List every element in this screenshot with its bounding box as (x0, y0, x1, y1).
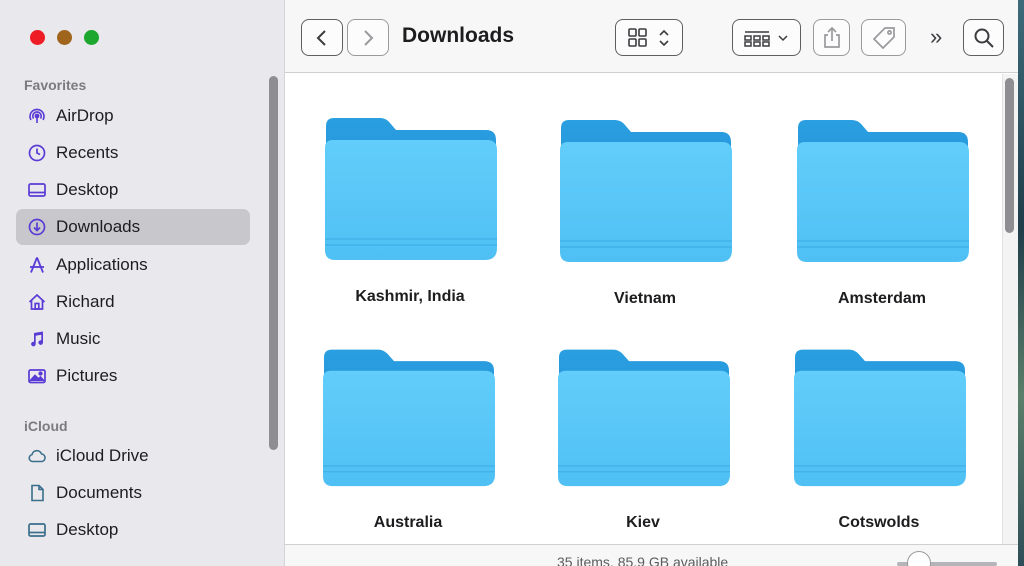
back-button[interactable] (301, 19, 343, 56)
clock-icon (26, 142, 48, 164)
search-icon (973, 27, 995, 49)
sidebar-item-music[interactable]: Music (16, 321, 250, 357)
folder-name: Kashmir, India (355, 288, 465, 305)
sidebar-item-label: Music (56, 329, 101, 348)
folder-icon (559, 119, 733, 263)
sidebar-item-label: Recents (56, 143, 119, 162)
status-text: 35 items, 85.9 GB available (557, 554, 729, 566)
tag-button[interactable] (861, 19, 906, 56)
sidebar-item-richard[interactable]: Richard (16, 284, 250, 320)
toolbar: Downloads » (285, 0, 1018, 73)
sidebar-item-applications[interactable]: Applications (16, 247, 250, 283)
folder-item[interactable]: Australia (298, 340, 518, 532)
cloud-icon (26, 445, 48, 467)
close-button[interactable] (30, 30, 45, 45)
folder-item[interactable]: Cotswolds (769, 340, 989, 532)
sidebar: Favorites AirDrop Recents Desktop Downlo… (0, 0, 285, 566)
group-by-button[interactable] (732, 19, 801, 56)
music-note-icon (26, 328, 48, 350)
tag-icon (871, 26, 897, 50)
chevron-left-icon (315, 28, 329, 48)
sidebar-item-pictures[interactable]: Pictures (16, 358, 250, 394)
sidebar-item-documents[interactable]: Documents (16, 475, 250, 511)
sidebar-item-label: Pictures (56, 366, 118, 385)
sidebar-item-label: Applications (56, 255, 148, 274)
sidebar-item-downloads[interactable]: Downloads (16, 209, 250, 245)
share-button[interactable] (813, 19, 850, 56)
window-title: Downloads (402, 24, 515, 47)
folder-name: Australia (373, 514, 443, 531)
forward-button[interactable] (347, 19, 389, 56)
folder-name: Cotswolds (838, 514, 920, 531)
document-icon (26, 482, 48, 504)
sidebar-item-label: Desktop (56, 520, 119, 539)
search-button[interactable] (963, 19, 1004, 56)
sidebar-item-label: AirDrop (56, 106, 114, 125)
home-icon (26, 291, 48, 313)
sidebar-item-label: Documents (56, 483, 142, 502)
group-icon (742, 27, 792, 49)
folder-name: Kiev (626, 514, 660, 531)
folder-name: Vietnam (614, 290, 676, 307)
sidebar-item-recents[interactable]: Recents (16, 135, 250, 171)
minimize-button[interactable] (57, 30, 72, 45)
desktop-icon (26, 179, 48, 201)
file-grid: Kashmir, India Vietnam Amsterdam Austral… (285, 74, 1002, 544)
applications-icon (26, 254, 48, 276)
section-label-icloud: iCloud (24, 418, 68, 434)
sidebar-item-icloud-drive[interactable]: iCloud Drive (16, 438, 250, 474)
zoom-button[interactable] (84, 30, 99, 45)
sidebar-item-label: Downloads (56, 217, 141, 236)
icon-size-slider-knob[interactable] (907, 551, 931, 566)
grid-view-icon (627, 27, 671, 49)
sidebar-item-label: iCloud Drive (56, 446, 149, 465)
section-label-favorites: Favorites (24, 77, 87, 93)
finder-window: Favorites AirDrop Recents Desktop Downlo… (0, 0, 1018, 566)
folder-icon (557, 348, 731, 487)
sidebar-item-desktop[interactable]: Desktop (16, 172, 250, 208)
view-mode-button[interactable] (615, 19, 683, 56)
folder-item[interactable]: Amsterdam (772, 110, 992, 308)
share-icon (822, 26, 842, 50)
sidebar-item-label: Richard (56, 292, 115, 311)
download-icon (26, 216, 48, 238)
sidebar-item-label: Desktop (56, 180, 119, 199)
folder-icon (322, 348, 496, 487)
folder-item[interactable]: Kashmir, India (300, 108, 520, 306)
sidebar-scrollbar[interactable] (269, 76, 278, 450)
folder-icon (324, 117, 498, 261)
content-scrollbar[interactable] (1005, 78, 1014, 233)
chevron-right-icon (361, 28, 375, 48)
photo-icon (26, 365, 48, 387)
folder-name: Amsterdam (837, 290, 927, 307)
folder-item[interactable]: Vietnam (535, 110, 755, 308)
folder-icon (796, 119, 970, 263)
folder-icon (793, 348, 967, 487)
sidebar-item-icloud-desktop[interactable]: Desktop (16, 512, 250, 548)
airdrop-icon (26, 105, 48, 127)
desktop-icon (26, 519, 48, 541)
traffic-lights (30, 30, 99, 45)
folder-item[interactable]: Kiev (533, 340, 753, 532)
sidebar-item-airdrop[interactable]: AirDrop (16, 98, 250, 134)
more-toolbar-items-button[interactable]: » (930, 24, 942, 50)
status-bar: 35 items, 85.9 GB available (285, 544, 1018, 566)
